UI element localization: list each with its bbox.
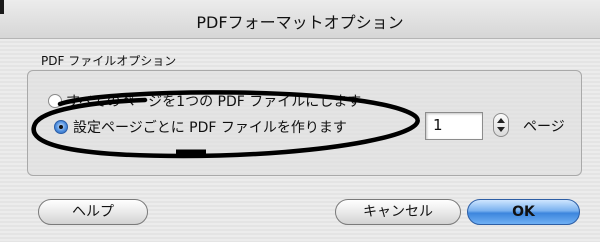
- cancel-button[interactable]: キャンセル: [335, 199, 461, 225]
- radio-all-pages[interactable]: [48, 94, 62, 108]
- stepper-down-icon[interactable]: [497, 127, 505, 132]
- pages-stepper[interactable]: [493, 113, 509, 137]
- title-bar: PDFフォーマットオプション: [0, 0, 600, 39]
- option-all-pages-label[interactable]: すべてのページを1つの PDF ファイルにします: [66, 91, 361, 111]
- ok-button[interactable]: OK: [467, 199, 580, 225]
- help-button[interactable]: ヘルプ: [38, 199, 148, 225]
- option-per-page-label[interactable]: 設定ページごとに PDF ファイルを作ります: [73, 117, 347, 137]
- radio-per-page[interactable]: [54, 120, 68, 134]
- pages-count-field[interactable]: 1: [425, 112, 483, 140]
- group-label: PDF ファイルオプション: [41, 54, 177, 68]
- pages-unit-label: ページ: [523, 119, 565, 135]
- window-title: PDFフォーマットオプション: [196, 13, 404, 32]
- stepper-up-icon[interactable]: [497, 118, 505, 123]
